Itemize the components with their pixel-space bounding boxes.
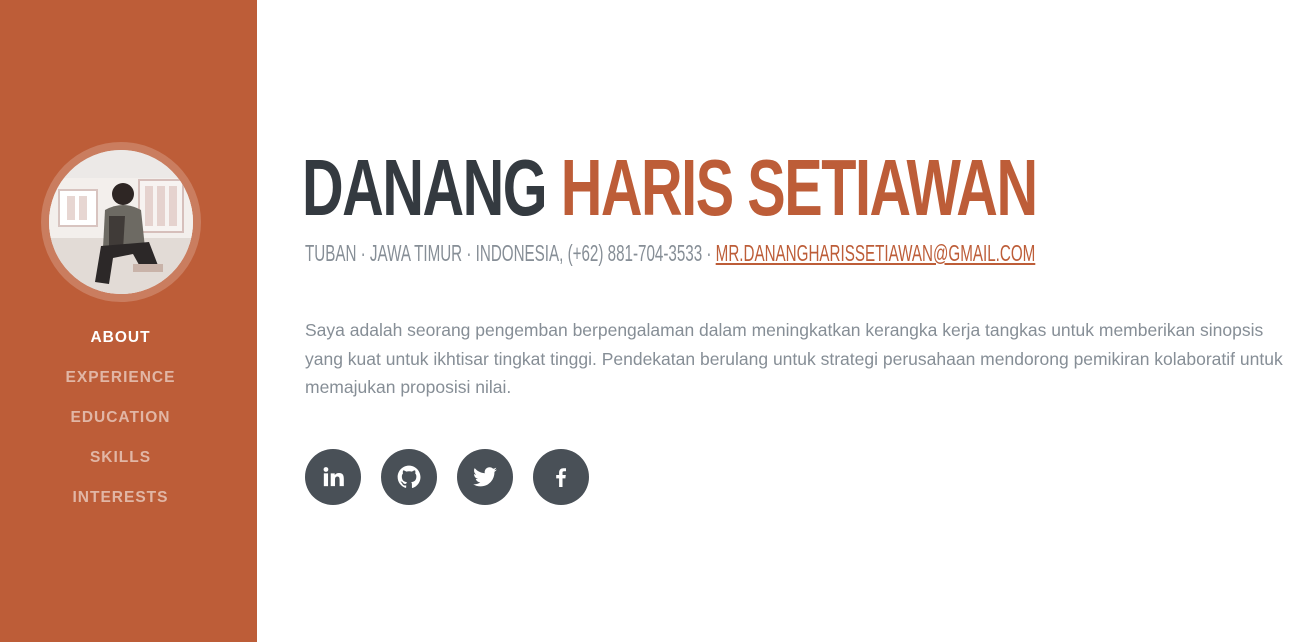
bio-text: Saya adalah seorang pengemban berpengala…	[305, 320, 1283, 397]
location-phone: TUBAN · JAWA TIMUR · INDONESIA, (+62) 88…	[305, 240, 716, 266]
nav-link-experience[interactable]: EXPERIENCE	[66, 366, 176, 390]
profile-photo	[49, 150, 193, 294]
about-section: DANANG HARIS SETIAWAN TUBAN · JAWA TIMUR…	[302, 0, 1312, 642]
sidebar: ABOUT EXPERIENCE EDUCATION SKILLS INTERE…	[0, 0, 257, 642]
github-button[interactable]	[381, 449, 437, 505]
profile-photo-frame	[41, 142, 201, 302]
social-links	[305, 449, 589, 505]
linkedin-button[interactable]	[305, 449, 361, 505]
sidebar-item-experience[interactable]: EXPERIENCE	[0, 366, 241, 406]
email-link[interactable]: MR.DANANGHARISSETIAWAN@GMAIL.COM	[716, 240, 1036, 266]
sidebar-item-interests[interactable]: INTERESTS	[0, 486, 241, 526]
linkedin-icon	[322, 466, 344, 488]
facebook-icon	[549, 465, 573, 489]
github-icon	[396, 464, 422, 490]
last-name: HARIS SETIAWAN	[560, 143, 1038, 232]
nav-link-about[interactable]: ABOUT	[90, 326, 150, 350]
contact-line: TUBAN · JAWA TIMUR · INDONESIA, (+62) 88…	[305, 239, 1035, 267]
sidebar-item-skills[interactable]: SKILLS	[0, 446, 241, 486]
sidebar-item-education[interactable]: EDUCATION	[0, 406, 241, 446]
sidebar-item-about[interactable]: ABOUT	[0, 326, 241, 366]
first-name: DANANG	[302, 143, 548, 232]
facebook-button[interactable]	[533, 449, 589, 505]
twitter-button[interactable]	[457, 449, 513, 505]
sidebar-nav: ABOUT EXPERIENCE EDUCATION SKILLS INTERE…	[0, 326, 241, 526]
page-title: DANANG HARIS SETIAWAN	[302, 138, 1038, 238]
nav-link-interests[interactable]: INTERESTS	[73, 486, 169, 510]
nav-link-education[interactable]: EDUCATION	[71, 406, 171, 430]
nav-link-skills[interactable]: SKILLS	[90, 446, 151, 470]
twitter-icon	[472, 464, 498, 490]
